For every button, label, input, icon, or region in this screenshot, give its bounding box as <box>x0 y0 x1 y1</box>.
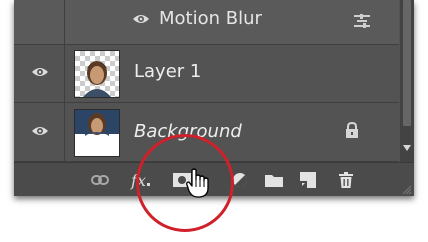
link-layers-button[interactable] <box>86 163 114 196</box>
scrollbar-thumb[interactable] <box>403 0 411 126</box>
visibility-column <box>14 0 65 44</box>
hand-cursor-icon <box>186 168 209 198</box>
link-layers-icon <box>91 175 109 185</box>
filter-blending-options-icon[interactable] <box>354 14 370 28</box>
new-layer-icon <box>300 172 316 188</box>
layer-name[interactable]: Layer 1 <box>134 61 201 82</box>
layer-thumbnail[interactable] <box>74 50 120 98</box>
highlight-circle <box>136 134 234 232</box>
eye-icon[interactable] <box>132 13 150 25</box>
lock-icon[interactable] <box>345 122 359 138</box>
smart-filter-row[interactable]: Motion Blur <box>14 0 399 45</box>
new-group-icon <box>265 175 283 187</box>
portrait-thumbnail-image <box>83 61 111 97</box>
adjustment-layer-icon <box>233 173 248 188</box>
smart-filter-label: Motion Blur <box>159 8 262 29</box>
trash-icon <box>339 172 353 188</box>
eye-icon[interactable] <box>31 66 49 78</box>
new-layer-button[interactable] <box>294 163 322 196</box>
portrait-thumbnail-image <box>75 110 119 136</box>
resize-grip-icon[interactable] <box>402 185 412 195</box>
eye-icon[interactable] <box>31 125 49 137</box>
scroll-down-arrow-icon[interactable] <box>403 145 411 151</box>
delete-layer-button[interactable] <box>332 163 360 196</box>
layer-thumbnail[interactable] <box>74 109 120 157</box>
layer-row-layer-1[interactable]: Layer 1 <box>14 45 399 103</box>
new-group-button[interactable] <box>260 163 288 196</box>
layers-scrollbar[interactable] <box>400 0 414 162</box>
